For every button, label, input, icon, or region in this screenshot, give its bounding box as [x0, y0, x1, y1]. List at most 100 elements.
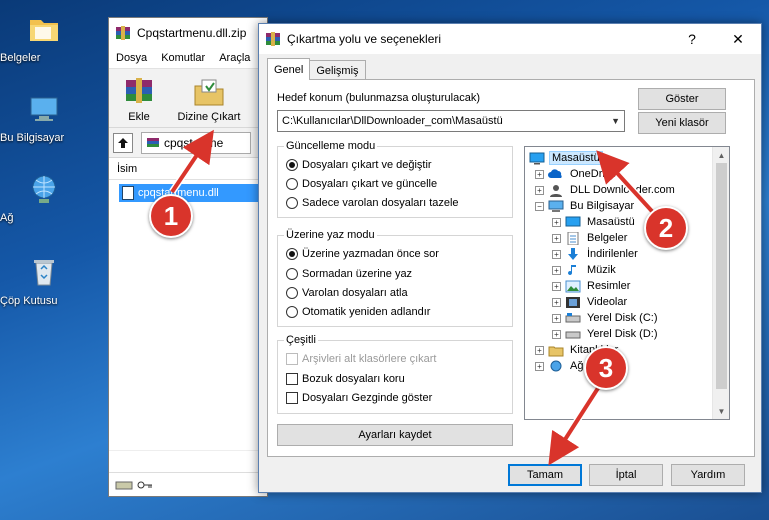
scroll-up-icon[interactable]: ▲: [713, 147, 729, 163]
folder-tree[interactable]: Masaüstü + OneDrive + DLL Downloader.com…: [524, 146, 730, 420]
expand-icon[interactable]: +: [552, 265, 561, 275]
menu-tools[interactable]: Araçla: [212, 52, 257, 64]
expand-icon[interactable]: +: [552, 249, 561, 259]
tree-item-drive-c[interactable]: + Yerel Disk (C:): [552, 310, 660, 326]
misc-option-show-in-explorer[interactable]: Dosyaları Gezginde göster: [286, 392, 432, 404]
column-header-name[interactable]: İsim: [109, 158, 267, 180]
help-icon: ?: [688, 31, 696, 47]
ok-button[interactable]: Tamam: [508, 464, 582, 486]
radio-button[interactable]: [286, 197, 298, 209]
update-option-extract-replace[interactable]: Dosyaları çıkart ve değiştir: [286, 159, 432, 171]
destination-path-combo[interactable]: C:\Kullanıcılar\DllDownloader_com\Masaüs…: [277, 110, 625, 132]
menu-commands[interactable]: Komutlar: [154, 52, 212, 64]
step-badge-3: 3: [584, 346, 628, 390]
tree-item-label: Masaüstü: [549, 151, 603, 165]
tree-item-onedrive[interactable]: + OneDrive: [535, 166, 618, 182]
tree-item-drive-d[interactable]: + Yerel Disk (D:): [552, 326, 660, 342]
new-folder-button[interactable]: Yeni klasör: [638, 112, 726, 134]
tree-item-this-pc[interactable]: − Bu Bilgisayar: [535, 198, 636, 214]
tab-bar: Genel Gelişmiş: [267, 58, 366, 80]
help-button[interactable]: Yardım: [671, 464, 745, 486]
recycle-bin-icon: [27, 255, 61, 289]
tree-item-downloads[interactable]: + İndirilenler: [552, 246, 640, 262]
overwrite-option-ask[interactable]: Üzerine yazmadan önce sor: [286, 248, 439, 260]
winrar-menubar: Dosya Komutlar Araçla: [109, 48, 267, 68]
collapse-icon[interactable]: −: [535, 201, 544, 211]
archive-path-field[interactable]: cpqstartme: [141, 131, 251, 154]
expand-icon[interactable]: +: [552, 329, 561, 339]
desktop-icon-this-pc[interactable]: Bu Bilgisayar: [0, 92, 88, 144]
tree-item-network[interactable]: + Ağ: [535, 358, 585, 374]
extract-to-button[interactable]: Dizine Çıkart: [169, 69, 249, 127]
scroll-down-icon[interactable]: ▼: [713, 403, 729, 419]
winrar-titlebar[interactable]: Cpqstartmenu.dll.zip: [109, 18, 267, 48]
option-label: Sormadan üzerine yaz: [302, 268, 413, 280]
update-option-extract-update[interactable]: Dosyaları çıkart ve güncelle: [286, 178, 437, 190]
tree-item-label: Yerel Disk (C:): [587, 312, 658, 324]
tree-item-music[interactable]: + Müzik: [552, 262, 618, 278]
onedrive-icon: [548, 168, 564, 181]
radio-button[interactable]: [286, 306, 298, 318]
expand-icon[interactable]: +: [552, 217, 561, 227]
tree-scrollbar[interactable]: ▲ ▼: [712, 147, 729, 419]
update-option-freshen[interactable]: Sadece varolan dosyaları tazele: [286, 197, 459, 209]
tree-item-label: Ağ: [570, 360, 584, 372]
add-button[interactable]: Ekle: [109, 69, 169, 127]
desktop-icon-label: Çöp Kutusu: [0, 295, 58, 307]
tree-item-label: Resimler: [587, 280, 631, 292]
tab-advanced[interactable]: Gelişmiş: [309, 60, 366, 80]
dialog-title: Çıkartma yolu ve seçenekleri: [287, 32, 442, 46]
tree-item-desktop[interactable]: Masaüstü: [529, 150, 603, 166]
overwrite-option-skip[interactable]: Varolan dosyaları atla: [286, 287, 408, 299]
option-label: Bozuk dosyaları koru: [302, 373, 405, 385]
expand-icon[interactable]: +: [552, 313, 561, 323]
expand-icon[interactable]: +: [535, 185, 544, 195]
radio-button[interactable]: [286, 178, 298, 190]
up-folder-button[interactable]: [113, 132, 133, 153]
expand-icon[interactable]: +: [535, 169, 544, 179]
tree-item-desktop-sub[interactable]: + Masaüstü: [552, 214, 637, 230]
desktop-icon-recycle-bin[interactable]: Çöp Kutusu: [0, 255, 88, 307]
help-title-button[interactable]: ?: [669, 24, 715, 54]
expand-icon[interactable]: +: [535, 345, 544, 355]
tree-item-videos[interactable]: + Videolar: [552, 294, 629, 310]
drive-icon: [565, 328, 581, 341]
expand-icon[interactable]: +: [552, 297, 561, 307]
overwrite-option-rename[interactable]: Otomatik yeniden adlandır: [286, 306, 430, 318]
tree-item-user[interactable]: + DLL Downloader.com: [535, 182, 677, 198]
expand-icon[interactable]: +: [552, 233, 561, 243]
dialog-titlebar[interactable]: Çıkartma yolu ve seçenekleri ? ✕: [259, 24, 761, 54]
music-icon: [565, 264, 581, 277]
tree-item-documents[interactable]: + Belgeler: [552, 230, 629, 246]
file-row[interactable]: cpqstartmenu.dll: [119, 184, 259, 202]
checkbox[interactable]: [286, 373, 298, 385]
desktop-icon-documents[interactable]: Belgeler: [0, 12, 88, 64]
cancel-button[interactable]: İptal: [589, 464, 663, 486]
checkbox: [286, 353, 298, 365]
tree-item-label: Belgeler: [587, 232, 628, 244]
close-button[interactable]: ✕: [715, 24, 761, 54]
scroll-thumb[interactable]: [716, 163, 727, 389]
misc-title: Çeşitli: [284, 334, 318, 346]
show-button[interactable]: Göster: [638, 88, 726, 110]
tree-item-label: OneDrive: [570, 168, 617, 180]
misc-option-keep-broken[interactable]: Bozuk dosyaları koru: [286, 373, 405, 385]
expand-icon[interactable]: +: [535, 361, 544, 371]
tree-item-label: Bu Bilgisayar: [570, 200, 635, 212]
checkbox[interactable]: [286, 392, 298, 404]
radio-button[interactable]: [286, 287, 298, 299]
extract-to-icon: [192, 76, 226, 108]
menu-file[interactable]: Dosya: [109, 52, 154, 64]
horizontal-scrollbar[interactable]: [109, 450, 267, 466]
radio-button[interactable]: [286, 268, 298, 280]
expand-icon[interactable]: +: [552, 281, 561, 291]
archive-add-icon: [122, 76, 156, 108]
tree-item-pictures[interactable]: + Resimler: [552, 278, 632, 294]
tab-general[interactable]: Genel: [267, 58, 311, 80]
radio-button[interactable]: [286, 159, 298, 171]
desktop-icon-network[interactable]: Ağ: [0, 172, 88, 224]
radio-button[interactable]: [286, 248, 298, 260]
option-label: Otomatik yeniden adlandır: [302, 306, 431, 318]
overwrite-option-no-ask[interactable]: Sormadan üzerine yaz: [286, 268, 412, 280]
save-settings-button[interactable]: Ayarları kaydet: [277, 424, 513, 446]
